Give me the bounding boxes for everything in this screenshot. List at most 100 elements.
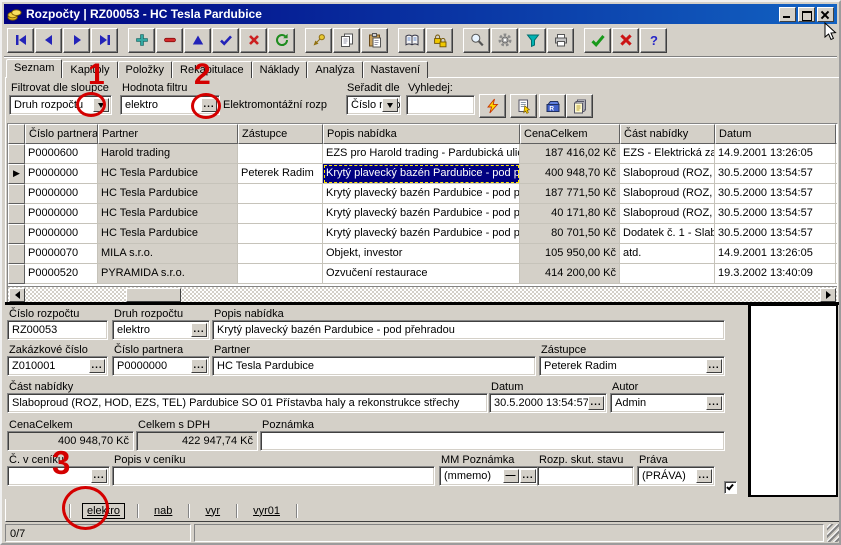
cislo-partnera-field[interactable]: P0000000 ...	[112, 356, 210, 376]
dash-icon[interactable]: —	[503, 469, 519, 483]
grid-cell[interactable]: P0000520	[25, 264, 98, 284]
zastupce-field[interactable]: Peterek Radim ...	[539, 356, 725, 376]
grid-cell[interactable]: atd.	[620, 244, 715, 264]
column-header[interactable]: Datum	[715, 124, 836, 144]
grid-cell[interactable]: P0000070	[25, 244, 98, 264]
row-indicator[interactable]	[8, 224, 25, 244]
tab-nastavení[interactable]: Nastavení	[363, 61, 429, 78]
grid-cell[interactable]: HC Tesla Pardubice	[98, 224, 238, 244]
grid-cell[interactable]: P0000000	[25, 224, 98, 244]
grid-cell[interactable]: Slaboproud (ROZ, H	[620, 164, 715, 184]
last-record-icon[interactable]	[91, 28, 118, 53]
filter-icon[interactable]	[519, 28, 546, 53]
grid-cell[interactable]: 14.9.2001 13:26:05	[715, 144, 836, 164]
partner-field[interactable]: HC Tesla Pardubice	[212, 356, 536, 376]
add-record-icon[interactable]	[128, 28, 155, 53]
close-icon[interactable]	[817, 7, 834, 22]
sort-combobox[interactable]: Číslo rozpo	[346, 95, 401, 115]
grid-cell[interactable]: Z	[836, 184, 838, 204]
column-header[interactable]: CenaCelkem	[520, 124, 620, 144]
grid-cell[interactable]: 80 701,50 Kč	[520, 224, 620, 244]
grid-cell[interactable]: 40 171,80 Kč	[520, 204, 620, 224]
ellipsis-icon[interactable]: ...	[191, 323, 207, 337]
maximize-icon[interactable]	[798, 7, 815, 22]
cancel-edit-icon[interactable]	[240, 28, 267, 53]
tab-analýza[interactable]: Analýza	[307, 61, 362, 78]
grid-cell[interactable]: Ozvučení restaurace	[323, 264, 520, 284]
grid-cell[interactable]: P0000600	[25, 144, 98, 164]
grid-cell[interactable]: 187 416,02 Kč	[520, 144, 620, 164]
column-header[interactable]: Část nabídky	[620, 124, 715, 144]
grid-cell[interactable]: 14.9.2001 13:26:05	[715, 244, 836, 264]
grid-cell[interactable]: MILA s.r.o.	[98, 244, 238, 264]
grid-cell[interactable]: 30.5.2000 13:54:57	[715, 184, 836, 204]
ellipsis-icon[interactable]: ...	[520, 469, 536, 483]
minimize-icon[interactable]	[779, 7, 796, 22]
grid-cell[interactable]: Dodatek č. 1 - Slab	[620, 224, 715, 244]
column-header[interactable]: Popis nabídka	[323, 124, 520, 144]
row-indicator[interactable]	[8, 184, 25, 204]
resize-grip[interactable]	[827, 524, 840, 542]
prev-record-icon[interactable]	[35, 28, 62, 53]
grid-cell[interactable]: Krytý plavecký bazén Pardubice - pod pře…	[323, 164, 520, 184]
refresh-icon[interactable]	[268, 28, 295, 53]
column-header[interactable]: Číslo partnera	[25, 124, 98, 144]
poznamka-field[interactable]	[260, 431, 725, 451]
pushpin-icon[interactable]	[305, 28, 332, 53]
grid-cell[interactable]: Z	[836, 224, 838, 244]
mm-poznamka-field[interactable]: (mmemo) — ...	[439, 466, 539, 486]
row-indicator[interactable]	[8, 144, 25, 164]
grid-cell[interactable]: Z	[836, 164, 838, 184]
scroll-left-icon[interactable]	[9, 288, 25, 302]
tab-rekapitulace[interactable]: Rekapitulace	[172, 61, 252, 78]
prava-field[interactable]: (PRÁVA) ...	[637, 466, 715, 486]
next-record-icon[interactable]	[63, 28, 90, 53]
ellipsis-icon[interactable]: ...	[89, 359, 105, 373]
row-indicator[interactable]: ▶	[8, 164, 25, 184]
help-icon[interactable]: ?	[640, 28, 667, 53]
paste-icon[interactable]	[361, 28, 388, 53]
grid-cell[interactable]	[238, 224, 323, 244]
grid-cell[interactable]: Krytý plavecký bazén Pardubice - pod pře…	[323, 184, 520, 204]
popis-nabidka-field[interactable]: Krytý plavecký bazén Pardubice - pod pře…	[212, 320, 725, 340]
bottom-tab-vyr01[interactable]: vyr01	[249, 504, 284, 518]
grid-cell[interactable]: 30.5.2000 13:54:57	[715, 224, 836, 244]
tab-položky[interactable]: Položky	[118, 61, 173, 78]
grid-cell[interactable]: Z	[836, 204, 838, 224]
title-bar[interactable]: Rozpočty | RZ00053 - HC Tesla Pardubice	[4, 4, 837, 24]
grid-cell[interactable]: 30.5.2000 13:54:57	[715, 164, 836, 184]
lightning-icon[interactable]	[479, 94, 506, 118]
grid-cell[interactable]: P0000000	[25, 184, 98, 204]
grid-cell[interactable]: Krytý plavecký bazén Pardubice - pod pře…	[323, 224, 520, 244]
grid-cell[interactable]: HC Tesla Pardubice	[98, 164, 238, 184]
ellipsis-icon[interactable]: ...	[706, 396, 722, 410]
row-indicator[interactable]	[8, 244, 25, 264]
grid-cell[interactable]	[238, 184, 323, 204]
search-input[interactable]	[406, 95, 475, 115]
copy-icon[interactable]	[333, 28, 360, 53]
ellipsis-icon[interactable]: ...	[588, 396, 604, 410]
row-indicator[interactable]	[8, 264, 25, 284]
tab-seznam[interactable]: Seznam	[6, 59, 62, 78]
grid-cell[interactable]: EZS pro Harold trading - Pardubická ulic…	[323, 144, 520, 164]
gear-icon[interactable]	[491, 28, 518, 53]
grid-cell[interactable]	[238, 204, 323, 224]
grid-cell[interactable]	[238, 264, 323, 284]
grid-cell[interactable]: Z	[836, 264, 838, 284]
grid-cell[interactable]: 19.3.2002 13:40:09	[715, 264, 836, 284]
select-doc-icon[interactable]	[510, 94, 537, 118]
column-header[interactable]: Partner	[98, 124, 238, 144]
grid-cell[interactable]: Harold trading	[98, 144, 238, 164]
grid-cell[interactable]: P0000000	[25, 204, 98, 224]
grid-cell[interactable]: HC Tesla Pardubice	[98, 204, 238, 224]
first-record-icon[interactable]	[7, 28, 34, 53]
pages-icon[interactable]	[566, 94, 593, 118]
form-checkbox[interactable]	[724, 481, 737, 494]
tab-náklady[interactable]: Náklady	[252, 61, 308, 78]
rozp-skut-stavu-field[interactable]	[537, 466, 634, 486]
ellipsis-icon[interactable]: ...	[706, 359, 722, 373]
report-icon[interactable]: R	[539, 94, 566, 118]
edit-record-icon[interactable]	[184, 28, 211, 53]
grid-cell[interactable]: 400 948,70 Kč	[520, 164, 620, 184]
grid-cell[interactable]: 105 950,00 Kč	[520, 244, 620, 264]
